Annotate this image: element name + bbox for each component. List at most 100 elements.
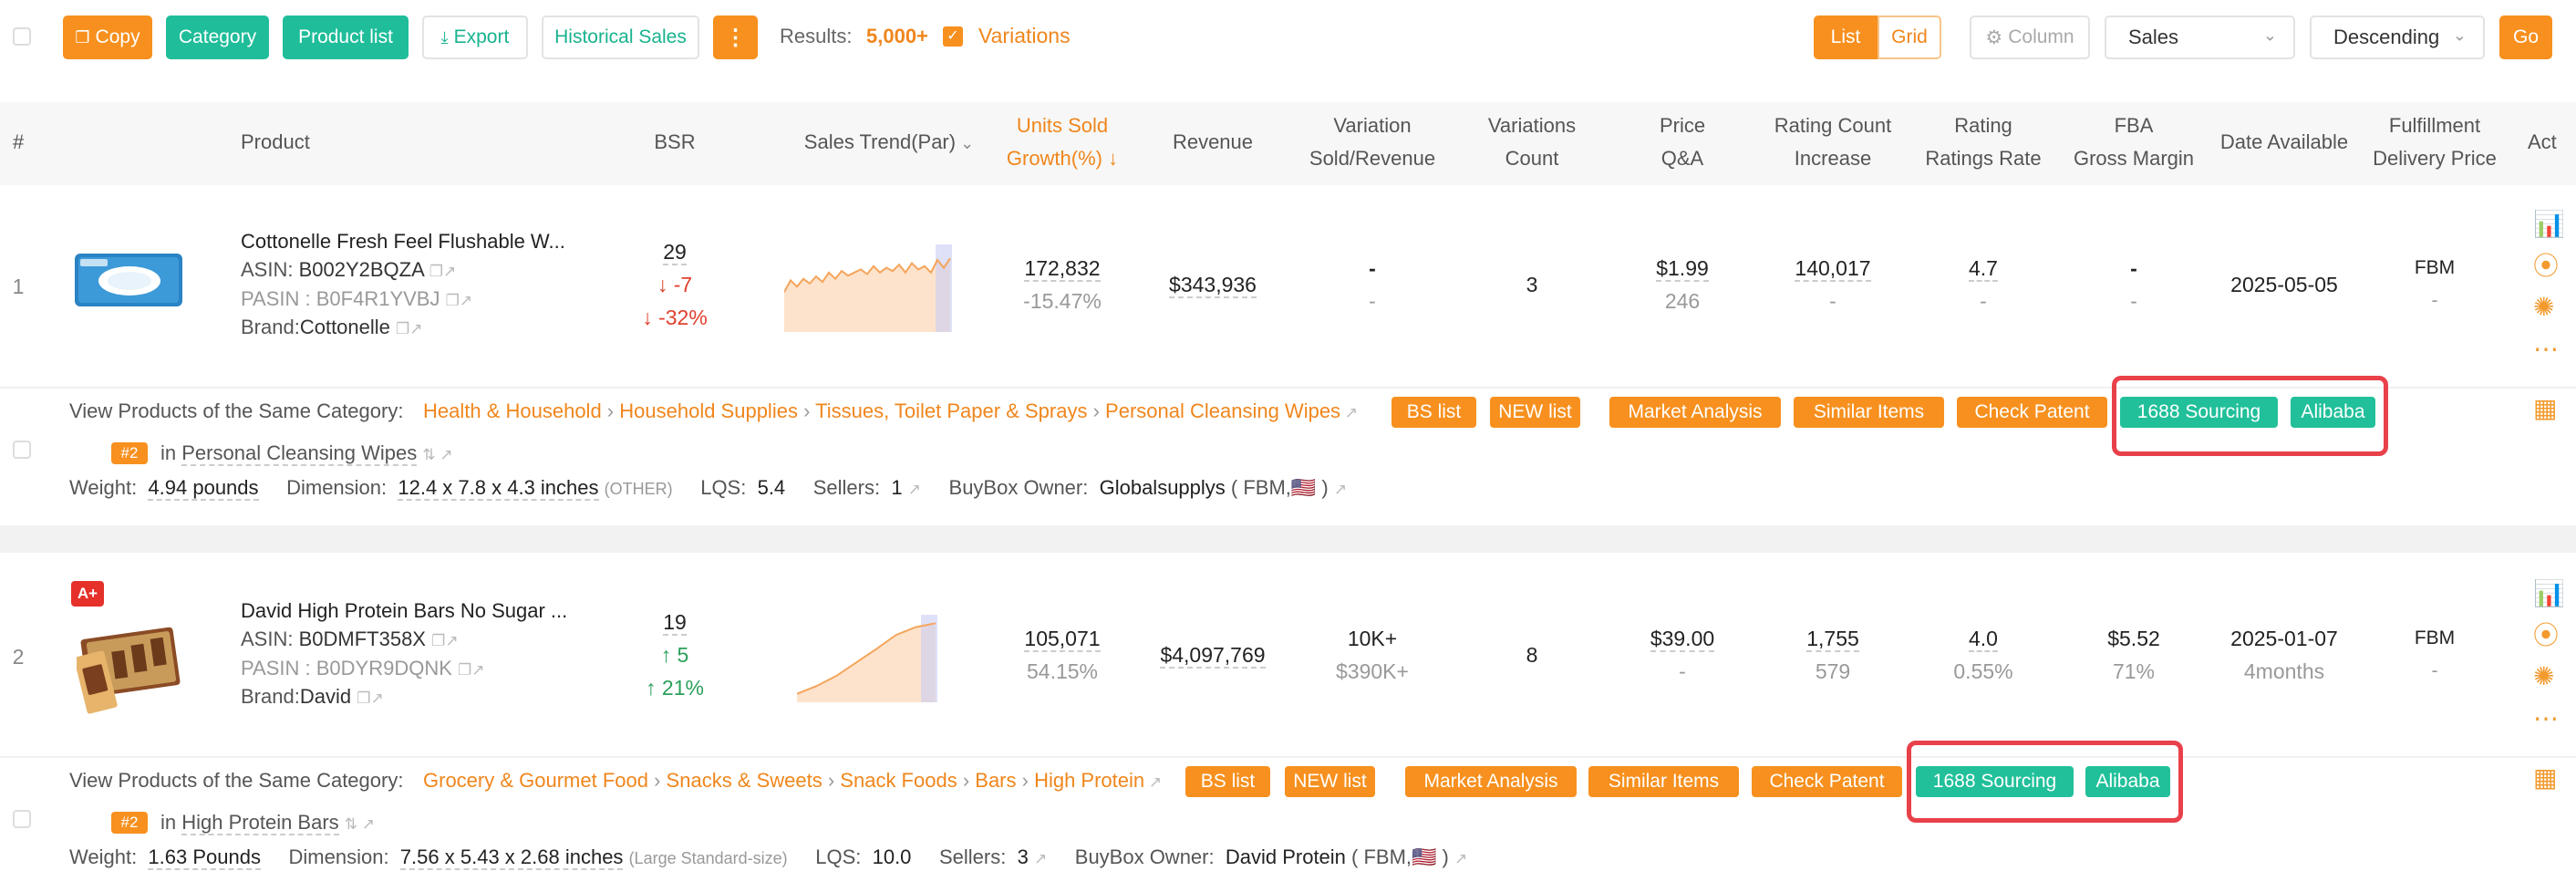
header-sales-trend[interactable]: Sales Trend(Par) ⌄ bbox=[802, 126, 976, 160]
copy-icon[interactable]: ❐ bbox=[396, 320, 409, 337]
historical-sales-button[interactable]: Historical Sales bbox=[542, 16, 699, 59]
sourcing-1688-button[interactable]: 1688 Sourcing bbox=[2120, 397, 2278, 428]
category-link[interactable]: Grocery & Gourmet Food bbox=[423, 769, 648, 792]
new-list-button[interactable]: NEW list bbox=[1285, 766, 1375, 797]
header-revenue[interactable]: Revenue bbox=[1149, 126, 1277, 159]
sort-icon[interactable]: ⇅ bbox=[422, 446, 440, 463]
category-link[interactable]: High Protein bbox=[1034, 769, 1144, 792]
more-icon[interactable]: ⋯ bbox=[2533, 706, 2559, 731]
header-rating[interactable]: Rating Ratings Rate bbox=[1915, 109, 2052, 175]
similar-items-button[interactable]: Similar Items bbox=[1794, 397, 1944, 428]
product-title[interactable]: David High Protein Bars No Sugar ... bbox=[241, 597, 567, 625]
price-qa: $39.00 - bbox=[1650, 627, 1715, 683]
category-link[interactable]: Snacks & Sweets bbox=[667, 769, 822, 792]
list-view-button[interactable]: List bbox=[1814, 16, 1878, 59]
copy-icon[interactable]: ❐ bbox=[446, 292, 460, 309]
product-list-button[interactable]: Product list bbox=[283, 16, 409, 59]
check-patent-button[interactable]: Check Patent bbox=[1752, 766, 1902, 797]
bar-chart-icon[interactable]: 📊 bbox=[2533, 212, 2565, 237]
variations-checkbox[interactable]: ✓ bbox=[943, 26, 963, 47]
category-breadcrumb[interactable]: Health & Household › Household Supplies … bbox=[423, 398, 1358, 427]
sourcing-1688-button[interactable]: 1688 Sourcing bbox=[1916, 766, 2074, 797]
location-pin-icon[interactable]: ⦿ bbox=[2533, 623, 2559, 648]
external-link-icon[interactable]: ↗ bbox=[362, 815, 375, 833]
category-link[interactable]: Health & Household bbox=[423, 399, 602, 422]
copy-button[interactable]: ❐ Copy bbox=[63, 16, 152, 59]
sales-trend-chart[interactable] bbox=[797, 615, 948, 702]
variations-label: Variations bbox=[978, 24, 1071, 47]
row-checkbox[interactable] bbox=[13, 810, 31, 828]
external-link-icon[interactable]: ↗ bbox=[445, 632, 458, 649]
new-list-button[interactable]: NEW list bbox=[1490, 397, 1580, 428]
category-link[interactable]: Tissues, Toilet Paper & Sprays bbox=[815, 399, 1087, 422]
external-link-icon[interactable]: ↗ bbox=[440, 446, 452, 463]
more-icon[interactable]: ⋯ bbox=[2533, 337, 2559, 362]
product-image[interactable] bbox=[74, 617, 184, 717]
category-breadcrumb[interactable]: Grocery & Gourmet Food › Snacks & Sweets… bbox=[423, 767, 1162, 796]
external-link-icon[interactable]: ↗ bbox=[370, 690, 383, 707]
external-link-icon[interactable]: ↗ bbox=[1340, 404, 1358, 421]
calculator-icon[interactable]: ▦ bbox=[2533, 765, 2557, 791]
more-menu-button[interactable]: ⋮ bbox=[713, 16, 758, 59]
external-link-icon[interactable]: ↗ bbox=[1334, 481, 1347, 498]
copy-icon[interactable]: ❐ bbox=[429, 263, 443, 280]
alibaba-button[interactable]: Alibaba bbox=[2291, 397, 2375, 428]
bar-chart-icon[interactable]: 📊 bbox=[2533, 581, 2565, 607]
settings-icon[interactable]: ✺ bbox=[2533, 664, 2554, 690]
category-link[interactable]: Snack Foods bbox=[840, 769, 957, 792]
brand-line: Brand:Cottonelle ❐↗ bbox=[241, 316, 423, 338]
category-link[interactable]: Household Supplies bbox=[619, 399, 798, 422]
header-variations-count[interactable]: Variations Count bbox=[1459, 109, 1605, 175]
sales-trend-chart[interactable] bbox=[784, 244, 963, 332]
category-link[interactable]: Bars bbox=[975, 769, 1016, 792]
copy-icon[interactable]: ❐ bbox=[357, 690, 370, 707]
market-analysis-button[interactable]: Market Analysis bbox=[1405, 766, 1577, 797]
product-title[interactable]: Cottonelle Fresh Feel Flushable W... bbox=[241, 228, 565, 255]
external-link-icon[interactable]: ↗ bbox=[409, 320, 422, 337]
external-link-icon[interactable]: ↗ bbox=[1034, 850, 1047, 867]
bs-list-button[interactable]: BS list bbox=[1391, 397, 1476, 428]
column-button[interactable]: ⚙ Column bbox=[1970, 16, 2090, 59]
variations-count: 3 bbox=[1526, 273, 1538, 296]
sort-icon[interactable]: ⇅ bbox=[345, 815, 362, 833]
copy-icon[interactable]: ❐ bbox=[458, 661, 471, 679]
header-fba[interactable]: FBA Gross Margin bbox=[2056, 109, 2211, 175]
similar-items-button[interactable]: Similar Items bbox=[1588, 766, 1739, 797]
brand-line: Brand:David ❐↗ bbox=[241, 685, 384, 708]
header-fulfillment[interactable]: Fulfillment Delivery Price bbox=[2353, 109, 2517, 175]
row-checkbox[interactable] bbox=[13, 441, 31, 459]
header-variation-sold[interactable]: Variation Sold/Revenue bbox=[1286, 109, 1459, 175]
chevron-down-icon: ⌄ bbox=[2262, 26, 2277, 45]
product-image[interactable] bbox=[73, 248, 184, 312]
external-link-icon[interactable]: ↗ bbox=[471, 661, 484, 679]
market-analysis-button[interactable]: Market Analysis bbox=[1609, 397, 1781, 428]
location-pin-icon[interactable]: ⦿ bbox=[2533, 254, 2559, 279]
external-link-icon[interactable]: ↗ bbox=[1144, 773, 1162, 791]
header-price[interactable]: Price Q&A bbox=[1619, 109, 1746, 175]
external-link-icon[interactable]: ↗ bbox=[908, 481, 921, 498]
category-button[interactable]: Category bbox=[166, 16, 269, 59]
export-button[interactable]: ⤓ Export bbox=[422, 16, 528, 59]
header-rating-count[interactable]: Rating Count Increase bbox=[1755, 109, 1910, 175]
settings-icon[interactable]: ✺ bbox=[2533, 295, 2554, 320]
go-button[interactable]: Go bbox=[2499, 16, 2552, 59]
rating-count: 1,755 579 bbox=[1806, 627, 1859, 683]
header-date-available[interactable]: Date Available bbox=[2211, 126, 2357, 159]
external-link-icon[interactable]: ↗ bbox=[1454, 850, 1467, 867]
external-link-icon[interactable]: ↗ bbox=[460, 292, 472, 309]
header-units-sold[interactable]: Units Sold Growth(%) ↓ bbox=[989, 109, 1135, 175]
category-link[interactable]: Personal Cleansing Wipes bbox=[1105, 399, 1340, 422]
sort-by-select[interactable]: Sales ⌄ bbox=[2105, 16, 2295, 59]
bs-list-button[interactable]: BS list bbox=[1185, 766, 1270, 797]
check-patent-button[interactable]: Check Patent bbox=[1957, 397, 2107, 428]
select-all-checkbox[interactable] bbox=[13, 27, 31, 46]
download-icon: ⤓ bbox=[440, 27, 449, 47]
external-link-icon[interactable]: ↗ bbox=[443, 263, 456, 280]
copy-icon[interactable]: ❐ bbox=[431, 632, 445, 649]
alibaba-button[interactable]: Alibaba bbox=[2085, 766, 2170, 797]
units-sold: 105,071 54.15% bbox=[1024, 627, 1101, 683]
breadcrumb-separator: › bbox=[647, 769, 667, 792]
grid-view-button[interactable]: Grid bbox=[1878, 16, 1941, 59]
calculator-icon[interactable]: ▦ bbox=[2533, 396, 2557, 421]
order-select[interactable]: Descending ⌄ bbox=[2310, 16, 2485, 59]
